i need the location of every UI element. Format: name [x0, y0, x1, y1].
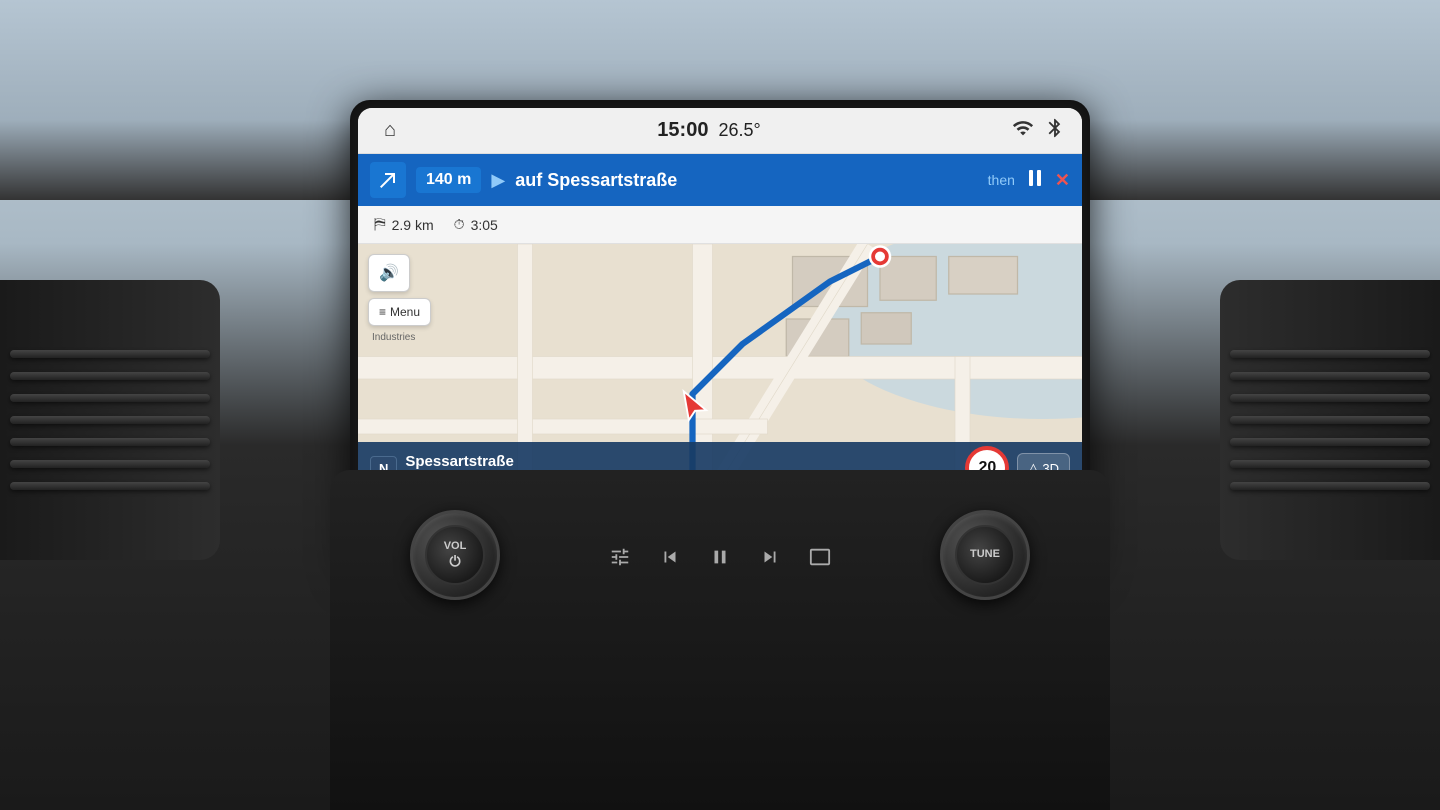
status-bar: ⌂ 15:00 26.5° [358, 108, 1082, 154]
nav-distance: 140 m [416, 167, 481, 193]
menu-icon: ≡ [379, 305, 386, 319]
dashboard: ⌂ 15:00 26.5° [0, 0, 1440, 810]
current-street-name: Spessartstraße [405, 453, 957, 470]
play-pause-button[interactable] [709, 546, 731, 573]
eq-button[interactable] [609, 546, 631, 573]
vent-slat [1230, 460, 1430, 468]
vent-slat [10, 350, 210, 358]
vent-slat [1230, 438, 1430, 446]
vent-slat [10, 482, 210, 490]
center-console: VOL ⏻ [330, 470, 1110, 810]
vol-knob[interactable]: VOL ⏻ [410, 510, 500, 600]
nav-instruction-bar: 140 m ▶ auf Spessartstraße then ✕ [358, 154, 1082, 206]
vent-slat [10, 394, 210, 402]
time-temp-display: 15:00 26.5° [657, 119, 760, 142]
total-distance: 2.9 km [392, 217, 434, 233]
clock-icon: ⏱ [454, 216, 465, 233]
status-icons [1012, 117, 1066, 144]
eta-time: 3:05 [471, 217, 498, 233]
map-overlay-controls: 🔊 ≡ Menu Industries [368, 254, 431, 343]
turn-icon [370, 162, 406, 198]
vent-slat [1230, 372, 1430, 380]
skip-back-button[interactable] [659, 546, 681, 573]
vol-knob-label: VOL ⏻ [444, 540, 467, 570]
vent-slat [10, 372, 210, 380]
nav-then-label: then [988, 172, 1015, 188]
nav-secondary-info: ⛿ 2.9 km ⏱ 3:05 [358, 206, 1082, 244]
temperature-display: 26.5° [718, 120, 760, 141]
knobs-row: VOL ⏻ [330, 500, 1110, 610]
home-button[interactable]: ⌂ [374, 115, 406, 147]
tune-knob-label: TUNE [970, 548, 1000, 561]
menu-label: Menu [390, 305, 420, 319]
screen-button[interactable] [809, 546, 831, 573]
skip-forward-button[interactable] [759, 546, 781, 573]
vent-slat [10, 438, 210, 446]
menu-button[interactable]: ≡ Menu [368, 298, 431, 326]
vent-slat [10, 460, 210, 468]
wifi-icon [1012, 117, 1034, 144]
tune-knob-inner: TUNE [955, 525, 1015, 585]
nav-then-direction-icon [1025, 168, 1045, 193]
nav-street-name: auf Spessartstraße [515, 170, 977, 191]
vent-slat [1230, 482, 1430, 490]
nav-close-button[interactable]: ✕ [1055, 170, 1070, 191]
vent-right [1220, 280, 1440, 560]
destination-icon: ⛿ [374, 216, 386, 234]
bluetooth-icon [1044, 117, 1066, 144]
vent-slat [1230, 416, 1430, 424]
current-time: 15:00 [657, 119, 708, 142]
map-area[interactable]: 🔊 ≡ Menu Industries N Spessartstraße Col… [358, 244, 1082, 494]
vent-slat [1230, 350, 1430, 358]
volume-button[interactable]: 🔊 [368, 254, 410, 292]
vent-slat [1230, 394, 1430, 402]
vol-knob-inner: VOL ⏻ [425, 525, 485, 585]
vent-left [0, 280, 220, 560]
destination-info: ⛿ 2.9 km [374, 216, 434, 234]
nav-arrow-icon: ▶ [491, 170, 505, 191]
control-buttons [609, 546, 831, 573]
vent-slat [10, 416, 210, 424]
industries-label: Industries [368, 332, 431, 343]
eta-info: ⏱ 3:05 [454, 216, 498, 233]
tune-knob[interactable]: TUNE [940, 510, 1030, 600]
